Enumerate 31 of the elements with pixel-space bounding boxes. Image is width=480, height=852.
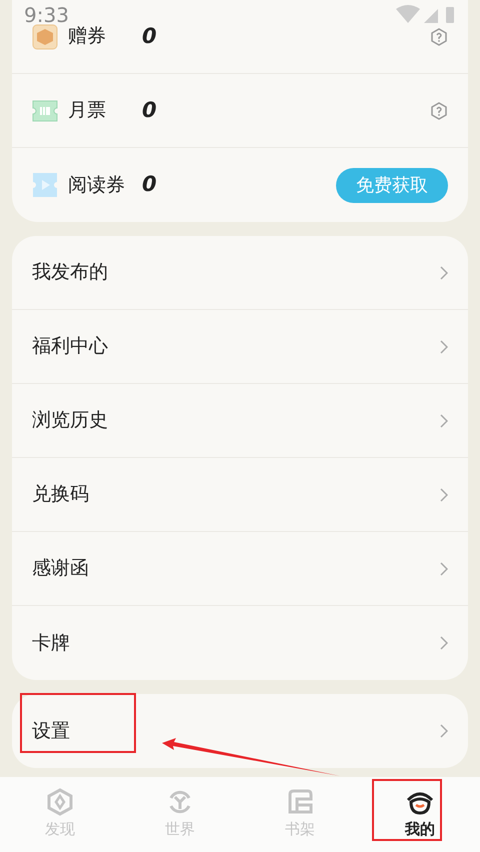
menu-item[interactable]: 设置 [12, 694, 468, 768]
menu-item[interactable]: 感谢函 [12, 532, 468, 606]
highlight-box [372, 779, 442, 841]
help-icon[interactable] [430, 28, 448, 46]
chevron-right-icon [440, 340, 448, 354]
chevron-right-icon [440, 488, 448, 502]
menu-item[interactable]: 卡牌 [12, 606, 468, 680]
ticket-count: 0 [142, 96, 157, 124]
help-icon[interactable] [430, 102, 448, 120]
ticket-label: 赠券 [68, 24, 107, 50]
hexagon-icon [46, 788, 74, 816]
play-ticket-icon [32, 172, 58, 198]
menu-item[interactable]: 兑换码 [12, 458, 468, 532]
menu-item[interactable]: 我发布的 [12, 236, 468, 310]
ticket-icon [32, 98, 58, 124]
ticket-label: 月票 [68, 98, 107, 124]
box-icon [32, 24, 58, 50]
chevron-right-icon [440, 636, 448, 650]
tab-item[interactable]: 我的 [360, 777, 480, 852]
menu-item[interactable]: 福利中心 [12, 310, 468, 384]
ticket-count: 0 [142, 22, 157, 50]
book-icon [286, 788, 314, 816]
status-icons [396, 5, 456, 25]
status-time: 9:33 [24, 2, 69, 29]
menu-item[interactable]: 浏览历史 [12, 384, 468, 458]
chevron-right-icon [440, 266, 448, 280]
chevron-right-icon [440, 724, 448, 738]
chevron-right-icon [440, 414, 448, 428]
chevron-right-icon [440, 562, 448, 576]
ticket-label: 阅读券 [68, 172, 126, 198]
ticket-count: 0 [142, 171, 157, 198]
